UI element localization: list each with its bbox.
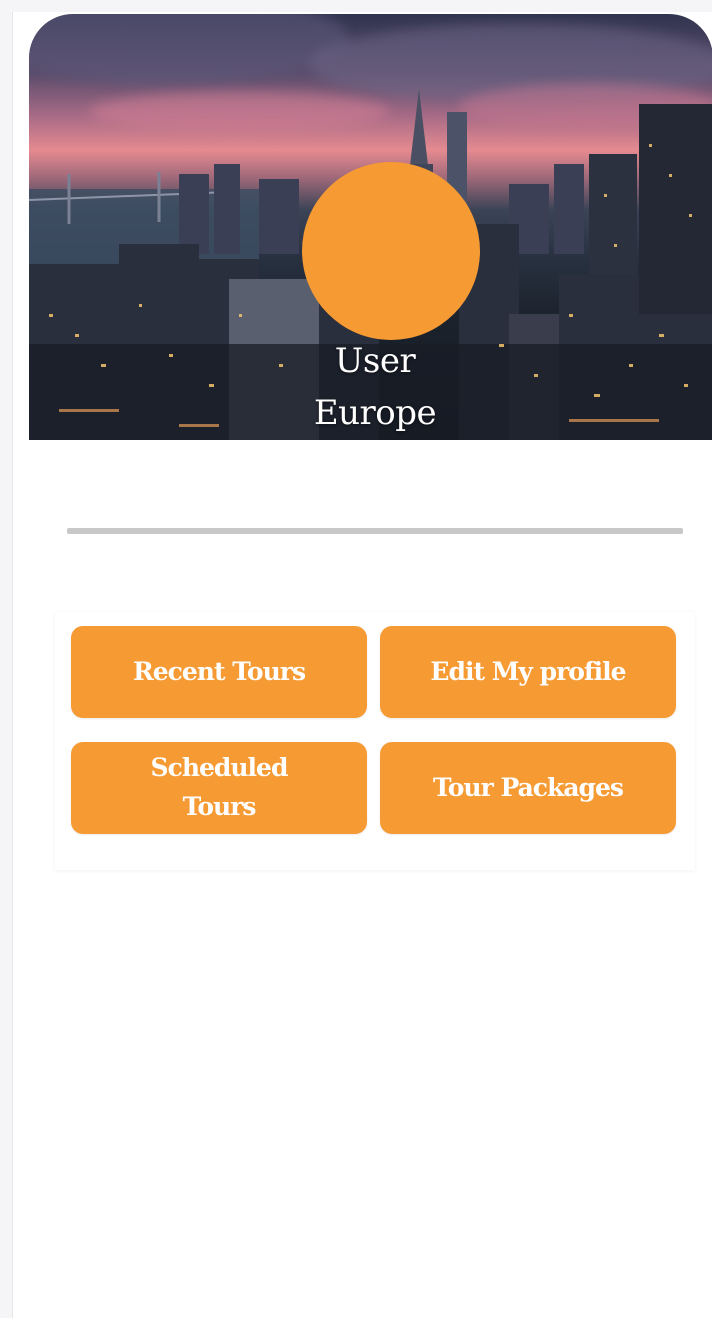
tour-packages-button[interactable]: Tour Packages	[380, 742, 676, 834]
section-divider	[67, 528, 683, 534]
user-avatar[interactable]	[302, 162, 480, 340]
recent-tours-label: Recent Tours	[132, 656, 306, 686]
edit-profile-label: Edit My profile	[430, 656, 626, 686]
user-region: Europe	[313, 393, 437, 433]
action-button-grid: Recent Tours Edit My profile Scheduled T…	[55, 612, 695, 870]
hero-city-background: User Europe	[29, 14, 712, 440]
tour-packages-label: Tour Packages	[433, 772, 624, 802]
scheduled-tours-label: Scheduled Tours	[150, 753, 289, 821]
recent-tours-button[interactable]: Recent Tours	[71, 626, 367, 718]
user-name: User	[334, 341, 416, 381]
edit-profile-button[interactable]: Edit My profile	[380, 626, 676, 718]
scheduled-tours-button[interactable]: Scheduled Tours	[71, 742, 367, 834]
profile-screen: User Europe Recent Tours Edit My profile…	[12, 12, 712, 1318]
